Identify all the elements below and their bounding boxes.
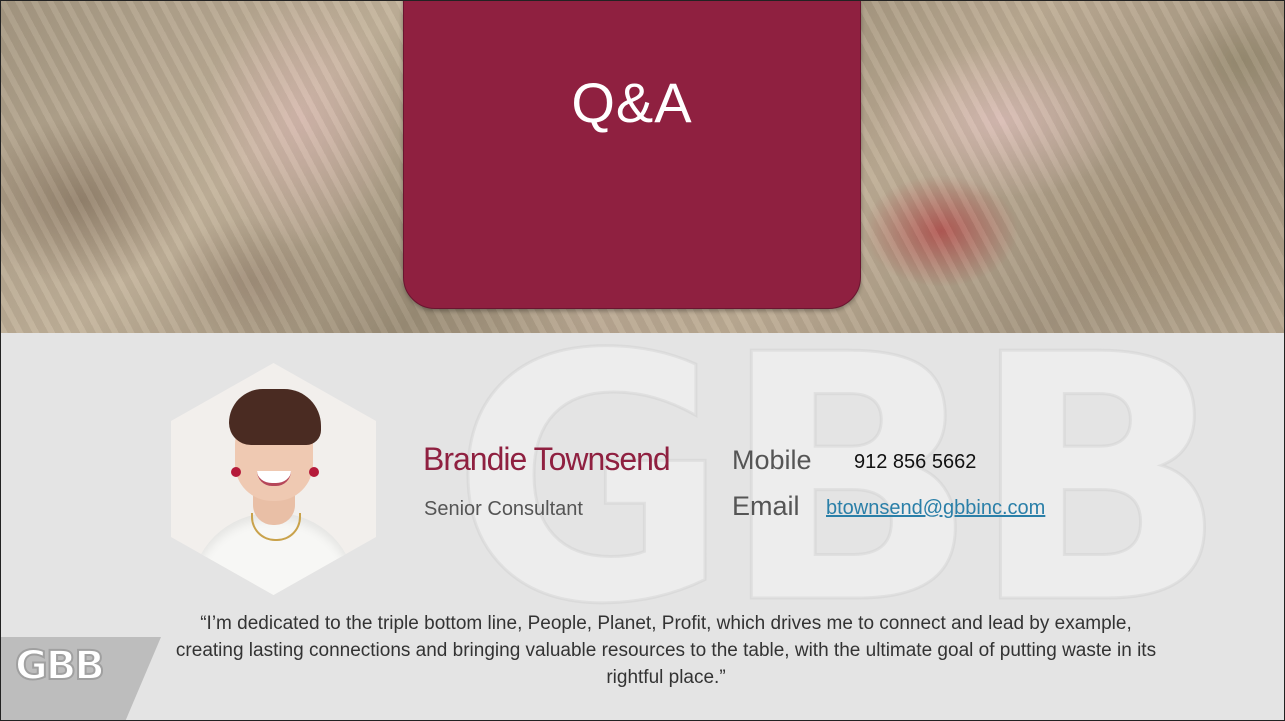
gbb-logo: GBB <box>14 642 106 690</box>
portrait-hair <box>229 389 321 445</box>
slide: Q&A GBB Brandie Townsend Senior Consulta… <box>0 0 1285 721</box>
email-label: Email <box>732 491 800 521</box>
slide-title: Q&A <box>571 71 693 134</box>
portrait-photo <box>171 363 376 595</box>
gbb-watermark-logo: GBB <box>451 301 1230 661</box>
portrait-earring-right <box>309 467 319 477</box>
email-link[interactable]: btownsend@gbbinc.com <box>826 497 1045 520</box>
portrait-earring-left <box>231 467 241 477</box>
quote-text: “I’m dedicated to the triple bottom line… <box>175 613 1157 688</box>
mobile-number: 912 856 5662 <box>854 451 977 473</box>
contact-role: Senior Consultant <box>424 498 583 520</box>
contact-name: Brandie Townsend <box>423 441 671 477</box>
mobile-label: Mobile <box>732 445 812 475</box>
title-box: Q&A <box>403 1 861 309</box>
